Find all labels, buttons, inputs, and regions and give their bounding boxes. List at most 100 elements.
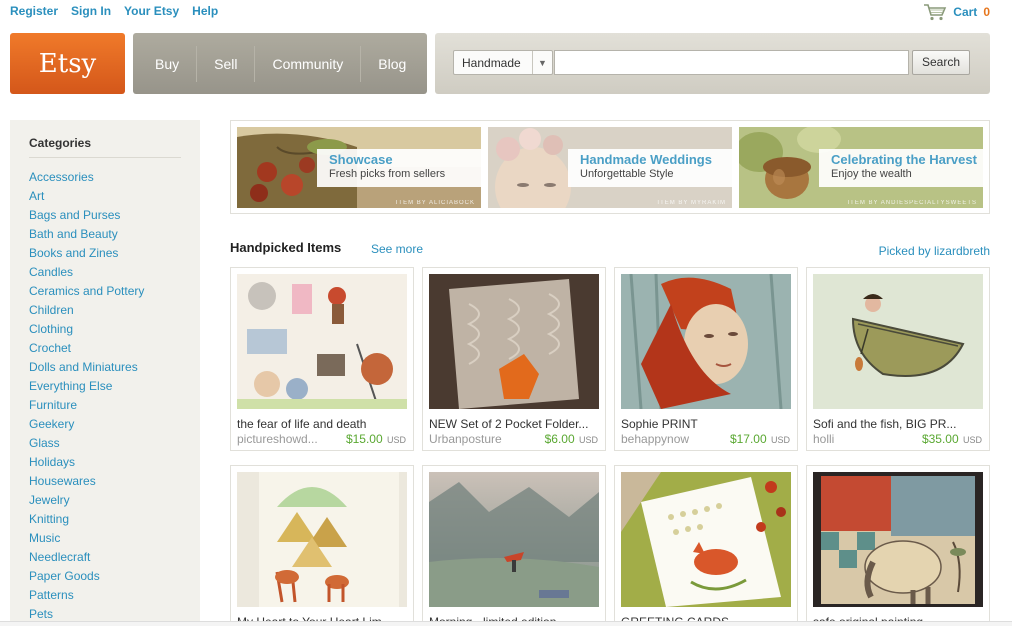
banner-handmade-weddings[interactable]: Handmade Weddings Unforgettable Style IT…: [488, 127, 732, 208]
banner-subtitle: Enjoy the wealth: [831, 168, 912, 180]
item-card[interactable]: GREETING CARDS: [614, 465, 798, 626]
horizontal-scrollbar[interactable]: [0, 621, 1012, 626]
item-price: $6.00 USD: [545, 432, 598, 446]
category-link[interactable]: Housewares: [29, 472, 200, 491]
banner-credit: ITEM BY ALICIABOCK: [395, 200, 475, 206]
nav-buy[interactable]: Buy: [133, 46, 196, 82]
banner-title: Showcase: [329, 152, 393, 167]
nav-sell[interactable]: Sell: [196, 45, 254, 82]
item-card[interactable]: Sophie PRINT behappynow $17.00 USD: [614, 267, 798, 451]
item-image: [621, 472, 791, 607]
item-card[interactable]: My Heart to Your Heart Lim...: [230, 465, 414, 626]
cart-count: 0: [983, 5, 990, 19]
chevron-down-icon: ▼: [532, 51, 552, 74]
banner-subtitle: Unforgettable Style: [580, 168, 674, 180]
price-currency: USD: [962, 435, 982, 445]
category-link[interactable]: Candles: [29, 263, 200, 282]
category-link[interactable]: Everything Else: [29, 377, 200, 396]
category-link[interactable]: Bath and Beauty: [29, 225, 200, 244]
sign-in-link[interactable]: Sign In: [71, 4, 111, 18]
item-shop[interactable]: holli: [813, 432, 834, 446]
category-link[interactable]: Art: [29, 187, 200, 206]
banner-title: Celebrating the Harvest: [831, 152, 977, 167]
search-bar: Handmade ▼ Search: [435, 33, 990, 94]
category-link[interactable]: Paper Goods: [29, 567, 200, 586]
item-shop[interactable]: behappynow: [621, 432, 689, 446]
item-price: $17.00 USD: [730, 432, 790, 446]
main-nav: Buy Sell Community Blog: [133, 33, 427, 94]
category-link[interactable]: Holidays: [29, 453, 200, 472]
item-card[interactable]: Sofi and the fish, BIG PR... holli $35.0…: [806, 267, 990, 451]
register-link[interactable]: Register: [10, 4, 58, 18]
item-card[interactable]: the fear of life and death pictureshowd.…: [230, 267, 414, 451]
handpicked-title: Handpicked Items: [230, 240, 342, 255]
banner-credit: ITEM BY ANDIESPECIALTYSWEETS: [847, 200, 977, 206]
search-category-value: Handmade: [462, 55, 521, 70]
your-etsy-link[interactable]: Your Etsy: [124, 4, 179, 18]
cart-icon: [924, 4, 947, 21]
category-link[interactable]: Clothing: [29, 320, 200, 339]
price-value: $15.00: [345, 432, 383, 446]
category-link[interactable]: Patterns: [29, 586, 200, 605]
category-link[interactable]: Children: [29, 301, 200, 320]
item-image: [429, 274, 599, 409]
category-link[interactable]: Music: [29, 529, 200, 548]
cart-link[interactable]: Cart 0: [923, 3, 990, 21]
search-button[interactable]: Search: [912, 50, 970, 75]
category-link[interactable]: Dolls and Miniatures: [29, 358, 200, 377]
featured-banners: Showcase Fresh picks from sellers ITEM B…: [230, 120, 990, 214]
item-title[interactable]: Sophie PRINT: [621, 417, 793, 431]
top-links: Register Sign In Your Etsy Help: [10, 4, 218, 18]
nav-blog[interactable]: Blog: [360, 45, 423, 82]
category-link[interactable]: Ceramics and Pottery: [29, 282, 200, 301]
banner-label: Celebrating the Harvest Enjoy the wealth: [819, 149, 983, 187]
search-input[interactable]: [554, 50, 909, 75]
category-link[interactable]: Geekery: [29, 415, 200, 434]
item-image: [813, 274, 983, 409]
price-currency: USD: [578, 435, 598, 445]
item-image: [237, 472, 407, 607]
category-list: Accessories Art Bags and Purses Bath and…: [29, 168, 200, 624]
item-card[interactable]: Morning - limited edition: [422, 465, 606, 626]
price-value: $17.00: [729, 432, 767, 446]
item-card[interactable]: safe original painting: [806, 465, 990, 626]
banner-label: Showcase Fresh picks from sellers: [317, 149, 481, 187]
price-currency: USD: [386, 435, 406, 445]
banner-celebrating-harvest[interactable]: Celebrating the Harvest Enjoy the wealth…: [739, 127, 983, 208]
category-link[interactable]: Jewelry: [29, 491, 200, 510]
item-card[interactable]: NEW Set of 2 Pocket Folder... Urbanpostu…: [422, 267, 606, 451]
banner-subtitle: Fresh picks from sellers: [329, 168, 446, 180]
category-link[interactable]: Needlecraft: [29, 548, 200, 567]
category-link[interactable]: Knitting: [29, 510, 200, 529]
categories-title: Categories: [29, 136, 181, 158]
banner-label: Handmade Weddings Unforgettable Style: [568, 149, 732, 187]
item-price: $35.00 USD: [922, 432, 982, 446]
category-link[interactable]: Glass: [29, 434, 200, 453]
item-price: $15.00 USD: [346, 432, 406, 446]
etsy-logo[interactable]: Etsy: [10, 33, 125, 94]
price-value: $35.00: [921, 432, 959, 446]
category-link[interactable]: Books and Zines: [29, 244, 200, 263]
picked-by-link[interactable]: Picked by lizardbreth: [879, 244, 990, 258]
category-link[interactable]: Accessories: [29, 168, 200, 187]
category-link[interactable]: Furniture: [29, 396, 200, 415]
banner-showcase[interactable]: Showcase Fresh picks from sellers ITEM B…: [237, 127, 481, 208]
category-link[interactable]: Bags and Purses: [29, 206, 200, 225]
item-title[interactable]: the fear of life and death: [237, 417, 409, 431]
item-title[interactable]: Sofi and the fish, BIG PR...: [813, 417, 985, 431]
category-link[interactable]: Crochet: [29, 339, 200, 358]
search-category-select[interactable]: Handmade ▼: [453, 50, 553, 75]
help-link[interactable]: Help: [192, 4, 218, 18]
nav-community[interactable]: Community: [254, 45, 360, 82]
see-more-link[interactable]: See more: [371, 242, 423, 256]
item-image: [621, 274, 791, 409]
item-image: [237, 274, 407, 409]
cart-label: Cart: [953, 5, 978, 19]
logo-text: Etsy: [38, 48, 97, 79]
price-value: $6.00: [544, 432, 575, 446]
banner-title: Handmade Weddings: [580, 152, 712, 167]
item-title[interactable]: NEW Set of 2 Pocket Folder...: [429, 417, 601, 431]
item-shop[interactable]: Urbanposture: [429, 432, 502, 446]
price-currency: USD: [770, 435, 790, 445]
item-shop[interactable]: pictureshowd...: [237, 432, 318, 446]
